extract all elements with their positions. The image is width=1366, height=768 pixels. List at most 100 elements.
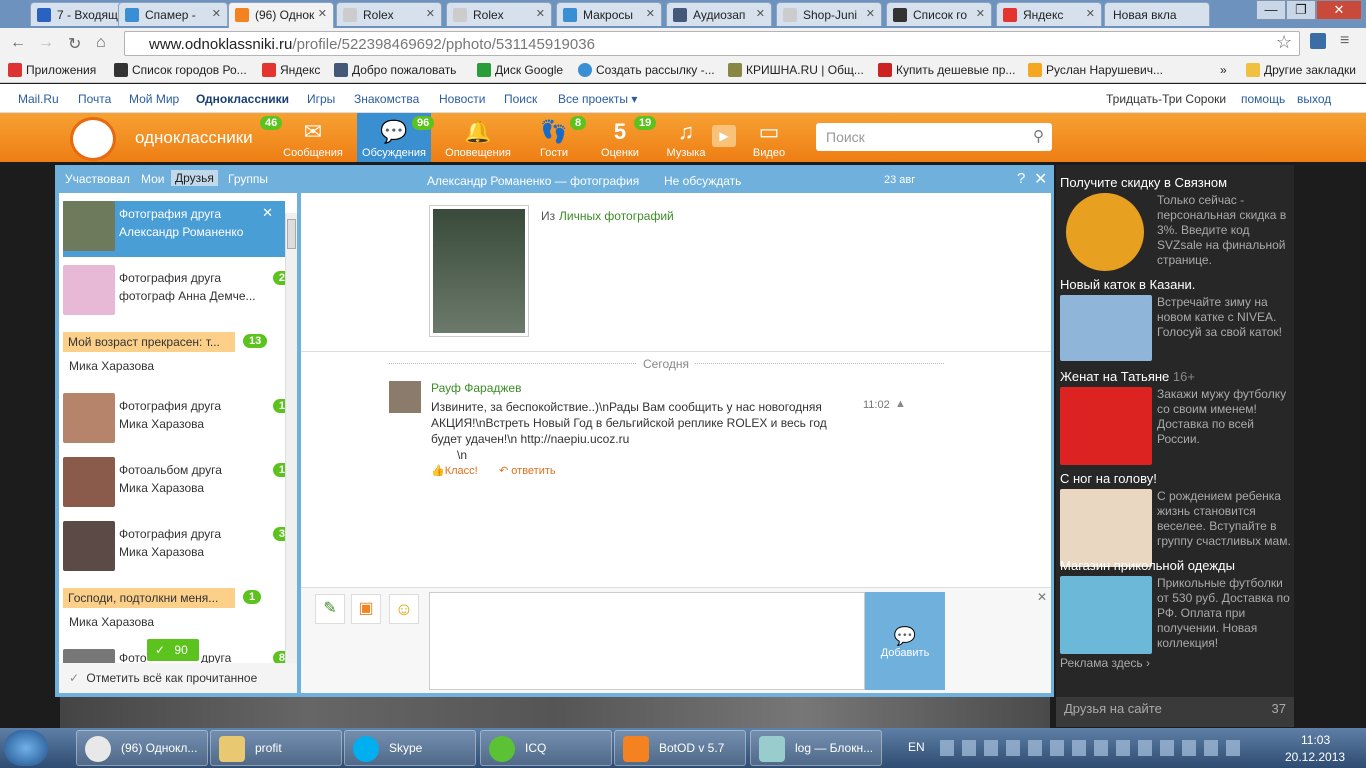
author-name[interactable]: Мика Харазова <box>69 615 154 629</box>
close-tab-icon[interactable]: ✕ <box>1086 7 1095 20</box>
add-comment-button[interactable]: 💬 Добавить <box>865 592 945 690</box>
topic-bubble[interactable]: Мой возраст прекрасен: т... <box>63 332 235 352</box>
friends-online-bar[interactable]: Друзья на сайте 37 <box>1056 697 1294 727</box>
new-count-button[interactable]: ✓ 90 <box>147 639 199 661</box>
help-icon[interactable]: ? <box>1017 170 1025 187</box>
scroll-thumb[interactable] <box>287 219 296 249</box>
list-item[interactable]: Фотография друга Мика Харазова 1 <box>63 393 291 449</box>
bookmark-star-icon[interactable]: ☆ <box>1276 32 1292 53</box>
like-button[interactable]: 👍Класс! <box>431 464 478 477</box>
ad-block[interactable]: Получите скидку в Связном Только сейчас … <box>1060 175 1294 271</box>
browser-tab[interactable]: Яндекс ✕ <box>996 2 1102 26</box>
nav-music[interactable]: ♫ Музыка <box>651 119 721 159</box>
close-window-button[interactable]: ✕ <box>1316 0 1362 20</box>
close-tab-icon[interactable]: ✕ <box>212 7 221 20</box>
link-mailru[interactable]: Mail.Ru <box>18 92 59 106</box>
smiley-icon[interactable]: ☺ <box>389 594 419 624</box>
list-item[interactable]: Фотография друга Мика Харазова 3 <box>63 521 291 577</box>
browser-tab[interactable]: Shop-Juni ✕ <box>776 2 882 26</box>
browser-tab[interactable]: Rolex ✕ <box>336 2 442 26</box>
taskbar-item[interactable]: ICQ <box>480 730 612 766</box>
close-icon[interactable]: ✕ <box>1034 169 1047 189</box>
reply-button[interactable]: ↶ ответить <box>499 464 556 477</box>
bookmark[interactable]: Диск Google <box>477 63 563 77</box>
personal-photos-link[interactable]: Личных фотографий <box>559 209 674 223</box>
close-tab-icon[interactable]: ✕ <box>756 7 765 20</box>
browser-tab[interactable]: Аудиозап ✕ <box>666 2 772 26</box>
bookmark[interactable]: Создать рассылку -... <box>578 63 715 77</box>
photo-thumbnail[interactable] <box>429 205 529 337</box>
author-name[interactable]: Мика Харазова <box>69 359 154 373</box>
bookmark-apps[interactable]: Приложения <box>8 63 96 77</box>
bookmark[interactable]: Купить дешевые пр... <box>878 63 1015 77</box>
clock-date[interactable]: 20.12.2013 <box>1285 750 1345 764</box>
link-all-projects[interactable]: Все проекты ▾ <box>558 92 637 106</box>
nav-video[interactable]: ▭ Видео <box>734 119 804 159</box>
menu-icon[interactable]: ≡ <box>1340 32 1349 50</box>
start-button[interactable] <box>4 730 48 766</box>
bookmark[interactable]: Добро пожаловать <box>334 63 456 77</box>
tab-participated[interactable]: Участвовал <box>65 172 130 186</box>
bookmark[interactable]: Руслан Нарушевич... <box>1028 63 1163 77</box>
taskbar-item[interactable]: Skype <box>344 730 476 766</box>
browser-tab[interactable]: Спамер - ✕ <box>118 2 228 26</box>
nav-notifications[interactable]: 🔔 Оповещения <box>443 119 513 159</box>
list-item[interactable]: Фотография друга Александр Романенко ✕ <box>63 201 285 257</box>
link-odnoklassniki[interactable]: Одноклассники <box>196 92 289 106</box>
nav-messages[interactable]: ✉ Сообщения <box>278 119 348 159</box>
close-tab-icon[interactable]: ✕ <box>866 7 875 20</box>
browser-tab[interactable]: Новая вкла <box>1104 2 1210 26</box>
link-pochta[interactable]: Почта <box>78 92 111 106</box>
ads-more-link[interactable]: Реклама здесь › <box>1060 656 1150 670</box>
scrollbar[interactable] <box>285 213 297 683</box>
forward-arrow-icon[interactable]: → <box>38 34 54 52</box>
close-icon[interactable]: ✕ <box>262 205 273 221</box>
pencil-icon[interactable]: ✎ <box>315 594 345 624</box>
maximize-button[interactable]: ❐ <box>1286 0 1316 20</box>
browser-tab[interactable]: Список го ✕ <box>886 2 992 26</box>
browser-tab[interactable]: 7 - Входящ <box>30 2 124 26</box>
address-bar[interactable]: www.odnoklassniki.ru/profile/52239846969… <box>124 31 1300 56</box>
tab-friends[interactable]: Друзья <box>171 170 218 186</box>
link-logout[interactable]: выход <box>1297 92 1331 106</box>
gift-icon[interactable]: ▣ <box>351 594 381 624</box>
warning-icon[interactable]: ▲ <box>895 398 906 410</box>
tab-groups[interactable]: Группы <box>228 172 268 186</box>
list-item[interactable]: Фотография друга фотограф Анна Демче... … <box>63 265 291 321</box>
link-help[interactable]: помощь <box>1241 92 1285 106</box>
link-moy-mir[interactable]: Мой Мир <box>129 92 179 106</box>
browser-tab[interactable]: Макросы ✕ <box>556 2 662 26</box>
logo-text[interactable]: одноклассники <box>135 128 253 148</box>
link-znakomstva[interactable]: Знакомства <box>354 92 419 106</box>
close-tab-icon[interactable]: ✕ <box>318 7 327 20</box>
language-indicator[interactable]: EN <box>908 740 925 754</box>
list-item[interactable]: Фотоальбом друга Мика Харазова 1 <box>63 457 291 513</box>
mark-all-read-button[interactable]: ✓ Отметить всё как прочитанное <box>59 663 297 693</box>
comment-input[interactable] <box>429 592 865 690</box>
taskbar-item[interactable]: log — Блокн... <box>750 730 882 766</box>
link-poisk[interactable]: Поиск <box>504 92 537 106</box>
more-bookmarks-button[interactable]: » <box>1206 63 1227 77</box>
bookmark[interactable]: Яндекс <box>262 63 320 77</box>
other-bookmarks[interactable]: Другие закладки <box>1246 63 1356 77</box>
taskbar-item[interactable]: profit <box>210 730 342 766</box>
extension-icon[interactable] <box>1310 33 1326 49</box>
ad-block[interactable]: С ног на голову! С рождением ребенка жиз… <box>1060 471 1294 567</box>
taskbar-item[interactable]: (96) Однокл... <box>76 730 208 766</box>
browser-tab-active[interactable]: (96) Однок ✕ <box>228 2 334 28</box>
play-icon[interactable]: ▶ <box>712 125 736 147</box>
reload-icon[interactable]: ↻ <box>68 34 81 54</box>
taskbar-item[interactable]: BotOD v 5.7 <box>614 730 746 766</box>
close-tab-icon[interactable]: ✕ <box>646 7 655 20</box>
author-link[interactable]: Рауф Фараджев <box>431 381 521 395</box>
browser-tab[interactable]: Rolex ✕ <box>446 2 552 26</box>
ad-block[interactable]: Новый каток в Казани. Встречайте зиму на… <box>1060 277 1294 361</box>
close-icon[interactable]: ✕ <box>1037 590 1047 604</box>
snowman-logo-icon[interactable] <box>70 117 116 161</box>
bookmark[interactable]: Список городов Ро... <box>114 63 247 77</box>
minimize-button[interactable]: — <box>1256 0 1286 20</box>
search-icon[interactable]: ⚲ <box>1033 127 1044 145</box>
bookmark[interactable]: КРИШНА.RU | Общ... <box>728 63 864 77</box>
link-novosti[interactable]: Новости <box>439 92 485 106</box>
close-tab-icon[interactable]: ✕ <box>426 7 435 20</box>
